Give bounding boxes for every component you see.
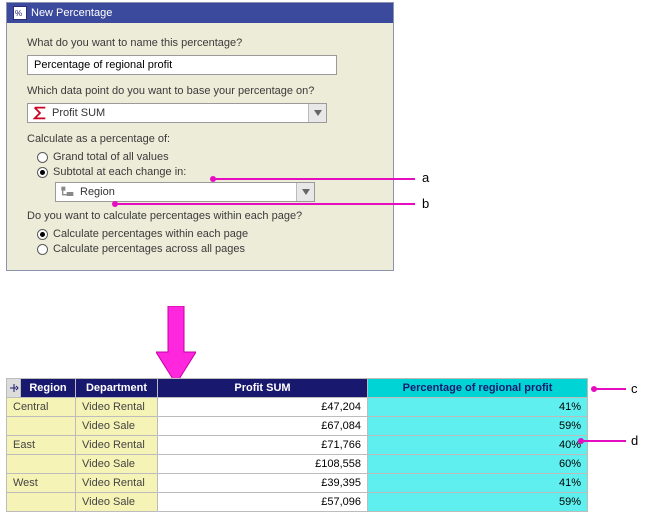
cell-department: Video Sale (76, 455, 158, 474)
chevron-down-icon[interactable] (308, 104, 326, 122)
radio-icon (37, 152, 48, 163)
new-percentage-dialog: % New Percentage What do you want to nam… (6, 2, 394, 271)
cell-pct: 59% (368, 417, 588, 436)
header-percentage[interactable]: Percentage of regional profit (368, 379, 588, 398)
cell-pct: 59% (368, 493, 588, 512)
table-row: Video Sale £57,096 59% (7, 493, 588, 512)
radio-within-page[interactable]: Calculate percentages within each page (37, 228, 379, 240)
cell-department: Video Sale (76, 417, 158, 436)
cell-department: Video Rental (76, 474, 158, 493)
cell-region (7, 455, 76, 474)
table-row: Video Sale £67,084 59% (7, 417, 588, 436)
table-row: West Video Rental £39,395 41% (7, 474, 588, 493)
cell-region (7, 417, 76, 436)
radio-grand-total[interactable]: Grand total of all values (37, 151, 379, 163)
cell-pct: 40% (368, 436, 588, 455)
radio-subtotal-label: Subtotal at each change in: (53, 166, 186, 178)
annotation-line (115, 203, 415, 205)
table-header-row: Region Department Profit SUM Percentage … (7, 379, 588, 398)
radio-grand-label: Grand total of all values (53, 151, 169, 163)
base-prompt: Which data point do you want to base you… (27, 85, 379, 97)
cell-department: Video Rental (76, 398, 158, 417)
cell-region: West (7, 474, 76, 493)
cell-profit: £57,096 (158, 493, 368, 512)
cell-department: Video Rental (76, 436, 158, 455)
pivot-arrow-icon[interactable] (7, 379, 21, 398)
radio-within-label: Calculate percentages within each page (53, 228, 248, 240)
cell-region: East (7, 436, 76, 455)
cell-profit: £39,395 (158, 474, 368, 493)
data-point-value: Profit SUM (52, 107, 308, 119)
subtotal-field-combo[interactable]: Region (55, 182, 315, 202)
svg-text:%: % (15, 9, 22, 18)
radio-icon (37, 244, 48, 255)
annotation-a: a (422, 170, 429, 185)
annotation-d: d (631, 433, 638, 448)
calc-of-label: Calculate as a percentage of: (27, 133, 379, 145)
dialog-body: What do you want to name this percentage… (7, 23, 393, 270)
table-row: Video Sale £108,558 60% (7, 455, 588, 474)
chevron-down-icon[interactable] (296, 183, 314, 201)
percentage-icon: % (13, 6, 27, 20)
percentage-name-input[interactable]: Percentage of regional profit (27, 55, 337, 75)
cell-region: Central (7, 398, 76, 417)
annotation-line (594, 388, 626, 390)
annotation-line (581, 440, 626, 442)
results-table: Region Department Profit SUM Percentage … (6, 378, 588, 512)
cell-department: Video Sale (76, 493, 158, 512)
dialog-titlebar: % New Percentage (7, 3, 393, 23)
table-row: Central Video Rental £47,204 41% (7, 398, 588, 417)
table-body: Central Video Rental £47,204 41% Video S… (7, 398, 588, 512)
header-profit[interactable]: Profit SUM (158, 379, 368, 398)
cell-profit: £108,558 (158, 455, 368, 474)
radio-icon (37, 229, 48, 240)
radio-icon (37, 167, 48, 178)
header-region[interactable]: Region (21, 379, 76, 398)
annotation-c: c (631, 381, 638, 396)
big-arrow-icon (156, 306, 196, 387)
cell-pct: 41% (368, 398, 588, 417)
subtotal-field-value: Region (80, 186, 296, 198)
radio-across-pages[interactable]: Calculate percentages across all pages (37, 243, 379, 255)
dialog-title: New Percentage (31, 7, 112, 19)
cell-profit: £47,204 (158, 398, 368, 417)
radio-across-label: Calculate percentages across all pages (53, 243, 245, 255)
header-department[interactable]: Department (76, 379, 158, 398)
annotation-line (213, 178, 415, 180)
cell-region (7, 493, 76, 512)
name-prompt: What do you want to name this percentage… (27, 37, 379, 49)
table-row: East Video Rental £71,766 40% (7, 436, 588, 455)
radio-subtotal[interactable]: Subtotal at each change in: (37, 166, 379, 178)
cell-profit: £67,084 (158, 417, 368, 436)
annotation-b: b (422, 196, 429, 211)
cell-pct: 41% (368, 474, 588, 493)
data-point-combo[interactable]: Profit SUM (27, 103, 327, 123)
page-prompt: Do you want to calculate percentages wit… (27, 210, 379, 222)
cell-pct: 60% (368, 455, 588, 474)
sigma-icon (32, 106, 48, 120)
percentage-name-value: Percentage of regional profit (34, 59, 172, 71)
cell-profit: £71,766 (158, 436, 368, 455)
level-icon (60, 185, 76, 199)
